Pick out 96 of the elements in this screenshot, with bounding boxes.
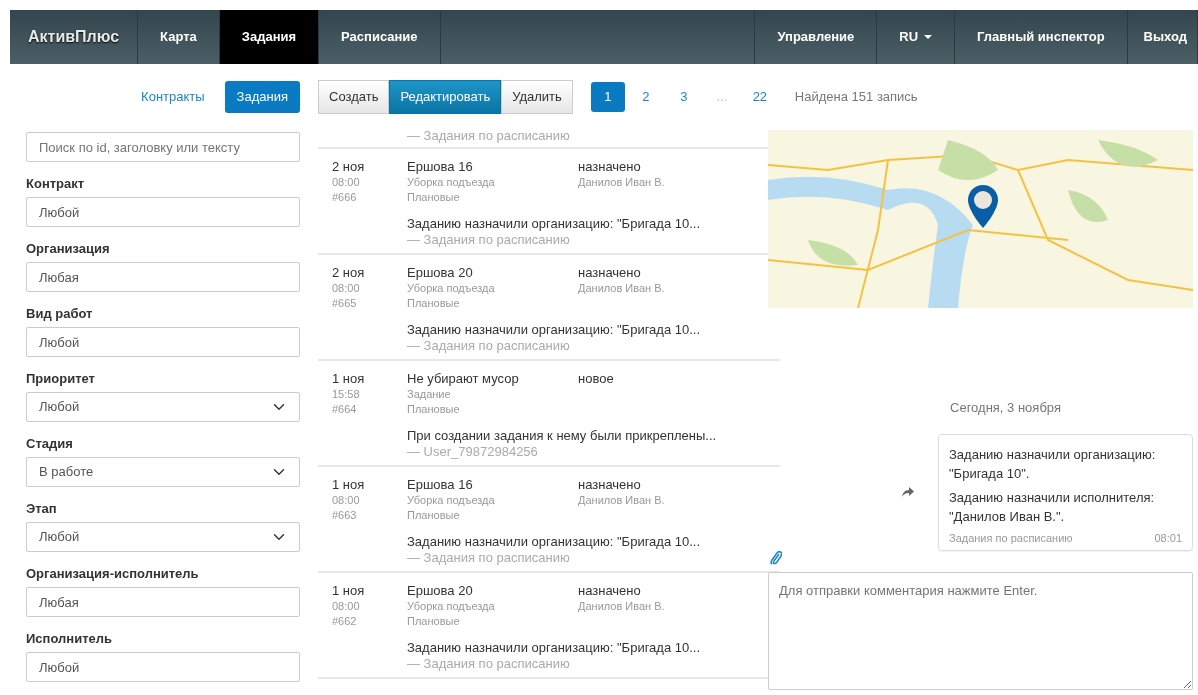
task-status: назначено: [578, 582, 642, 599]
filter-select[interactable]: Любой: [26, 522, 300, 552]
task-assignee: Данилов Иван В.: [578, 281, 665, 296]
page-button[interactable]: 1: [590, 82, 625, 112]
task-title[interactable]: Ершова 20: [407, 582, 578, 599]
message-text: Заданию назначили исполнителя: "Данилов Иван В.".: [949, 488, 1156, 526]
nav-link[interactable]: Управление: [755, 10, 878, 64]
task-title[interactable]: Ершова 16: [407, 158, 578, 175]
task-id: #663: [332, 508, 358, 523]
task-comment: Заданию назначили организацию: "Бригада 10...: [407, 321, 702, 338]
nav-tab[interactable]: Задания: [219, 10, 320, 64]
filter-field[interactable]: Любой: [26, 652, 300, 682]
task-comment: При создании задания к нему были прикреплены...: [407, 427, 718, 444]
caret-icon: [924, 35, 933, 39]
filter-label: Стадия: [26, 435, 74, 452]
task-id: #662: [332, 614, 358, 629]
task-time: 08:00: [332, 175, 361, 190]
task-time: 08:00: [332, 493, 361, 508]
task-type: Уборка подъезда: [407, 175, 496, 190]
task-status: новое: [578, 370, 614, 387]
message-text: Заданию назначили организацию: "Бригада 10".: [949, 445, 1157, 483]
language-dropdown[interactable]: RU: [877, 10, 956, 64]
map-pin-icon[interactable]: [967, 184, 999, 229]
task-id: #665: [332, 296, 358, 311]
comment-field[interactable]: Для отправки комментария нажмите Enter.: [768, 572, 1193, 690]
task-id: #664: [332, 402, 358, 417]
action-button[interactable]: Удалить: [501, 80, 573, 114]
task-type: Уборка подъезда: [407, 599, 496, 614]
brand-logo[interactable]: АктивПлюс: [10, 10, 139, 64]
filter-select[interactable]: В работе: [26, 457, 300, 487]
page-button[interactable]: 22: [742, 82, 777, 112]
task-title[interactable]: Ершова 20: [407, 264, 578, 281]
task-time: 08:00: [332, 281, 361, 296]
task-category: Плановые: [407, 190, 461, 205]
edit-button[interactable]: Редактировать: [389, 80, 502, 114]
task-comment-author: — Задания по расписанию: [407, 338, 571, 353]
filter-label: Организация: [26, 240, 111, 257]
pagination-ellipsis: ...: [715, 88, 729, 107]
task-comment-author: — Задания по расписанию: [407, 550, 571, 565]
filter-label: Этап: [26, 500, 58, 517]
message-author: Задания по расписанию: [949, 530, 1073, 546]
task-date: 2 ноя: [332, 264, 366, 281]
task-date: 1 ноя: [332, 476, 366, 493]
task-status: назначено: [578, 264, 642, 281]
page-button[interactable]: 3: [666, 82, 701, 112]
task-comment: Заданию назначили организацию: "Бригада 10...: [407, 533, 702, 550]
filter-label: Контракт: [26, 175, 86, 192]
filter-field[interactable]: Любая: [26, 587, 300, 617]
chat-date: Сегодня, 3 ноября: [949, 399, 1062, 417]
share-icon: [902, 487, 914, 497]
nav-link[interactable]: Выход: [1127, 10, 1198, 64]
filter-select[interactable]: Любой: [26, 392, 300, 422]
task-date: 1 ноя: [332, 582, 366, 599]
task-id: #666: [332, 190, 358, 205]
task-category: Плановые: [407, 508, 461, 523]
task-comment: Заданию назначили организацию: "Бригада 10...: [407, 215, 702, 232]
task-assignee: Данилов Иван В.: [578, 599, 665, 614]
view-button[interactable]: Задания: [224, 81, 300, 113]
message-time: 08:01: [1154, 530, 1182, 546]
view-link[interactable]: Контракты: [129, 81, 217, 113]
task-type: Уборка подъезда: [407, 281, 496, 296]
task-date: 2 ноя: [332, 158, 366, 175]
task-comment-author: — Задания по расписанию: [407, 656, 571, 671]
action-button[interactable]: Создать: [318, 80, 390, 114]
task-assignee: Данилов Иван В.: [578, 493, 665, 508]
task-category: Плановые: [407, 614, 461, 629]
task-category: Плановые: [407, 296, 461, 311]
task-comment-author: — Задания по расписанию: [407, 232, 571, 247]
task-date: 1 ноя: [332, 370, 366, 387]
found-count: Найдена 151 запись: [794, 88, 918, 107]
filter-label: Организация-исполнитель: [26, 565, 200, 582]
task-assignee: Данилов Иван В.: [578, 175, 665, 190]
task-comment: Заданию назначили организацию: "Бригада 10...: [407, 639, 702, 656]
task-category: Плановые: [407, 402, 461, 417]
filter-field[interactable]: Любой: [26, 327, 300, 357]
task-type: Задание: [407, 387, 452, 402]
search-field[interactable]: Поиск по id, заголовку или тексту: [26, 132, 300, 162]
task-time: 15:58: [332, 387, 361, 402]
task-type: Уборка подъезда: [407, 493, 496, 508]
task-comment-author: — Задания по расписанию: [407, 128, 570, 143]
filter-field[interactable]: Любой: [26, 197, 300, 227]
filter-field[interactable]: Любая: [26, 262, 300, 292]
nav-tab[interactable]: Карта: [138, 10, 220, 64]
task-comment-author: — User_79872984256: [407, 444, 539, 459]
paperclip-icon[interactable]: [770, 550, 782, 565]
page-button[interactable]: 2: [628, 82, 663, 112]
task-time: 08:00: [332, 599, 361, 614]
task-status: назначено: [578, 158, 642, 175]
task-status: назначено: [578, 476, 642, 493]
filter-label: Исполнитель: [26, 630, 113, 647]
nav-link[interactable]: Главный инспектор: [955, 10, 1128, 64]
task-title[interactable]: Не убирают мусор: [407, 370, 578, 387]
filter-label: Приоритет: [26, 370, 96, 387]
task-title[interactable]: Ершова 16: [407, 476, 578, 493]
filter-label: Вид работ: [26, 305, 94, 322]
nav-tab[interactable]: Расписание: [319, 10, 441, 64]
